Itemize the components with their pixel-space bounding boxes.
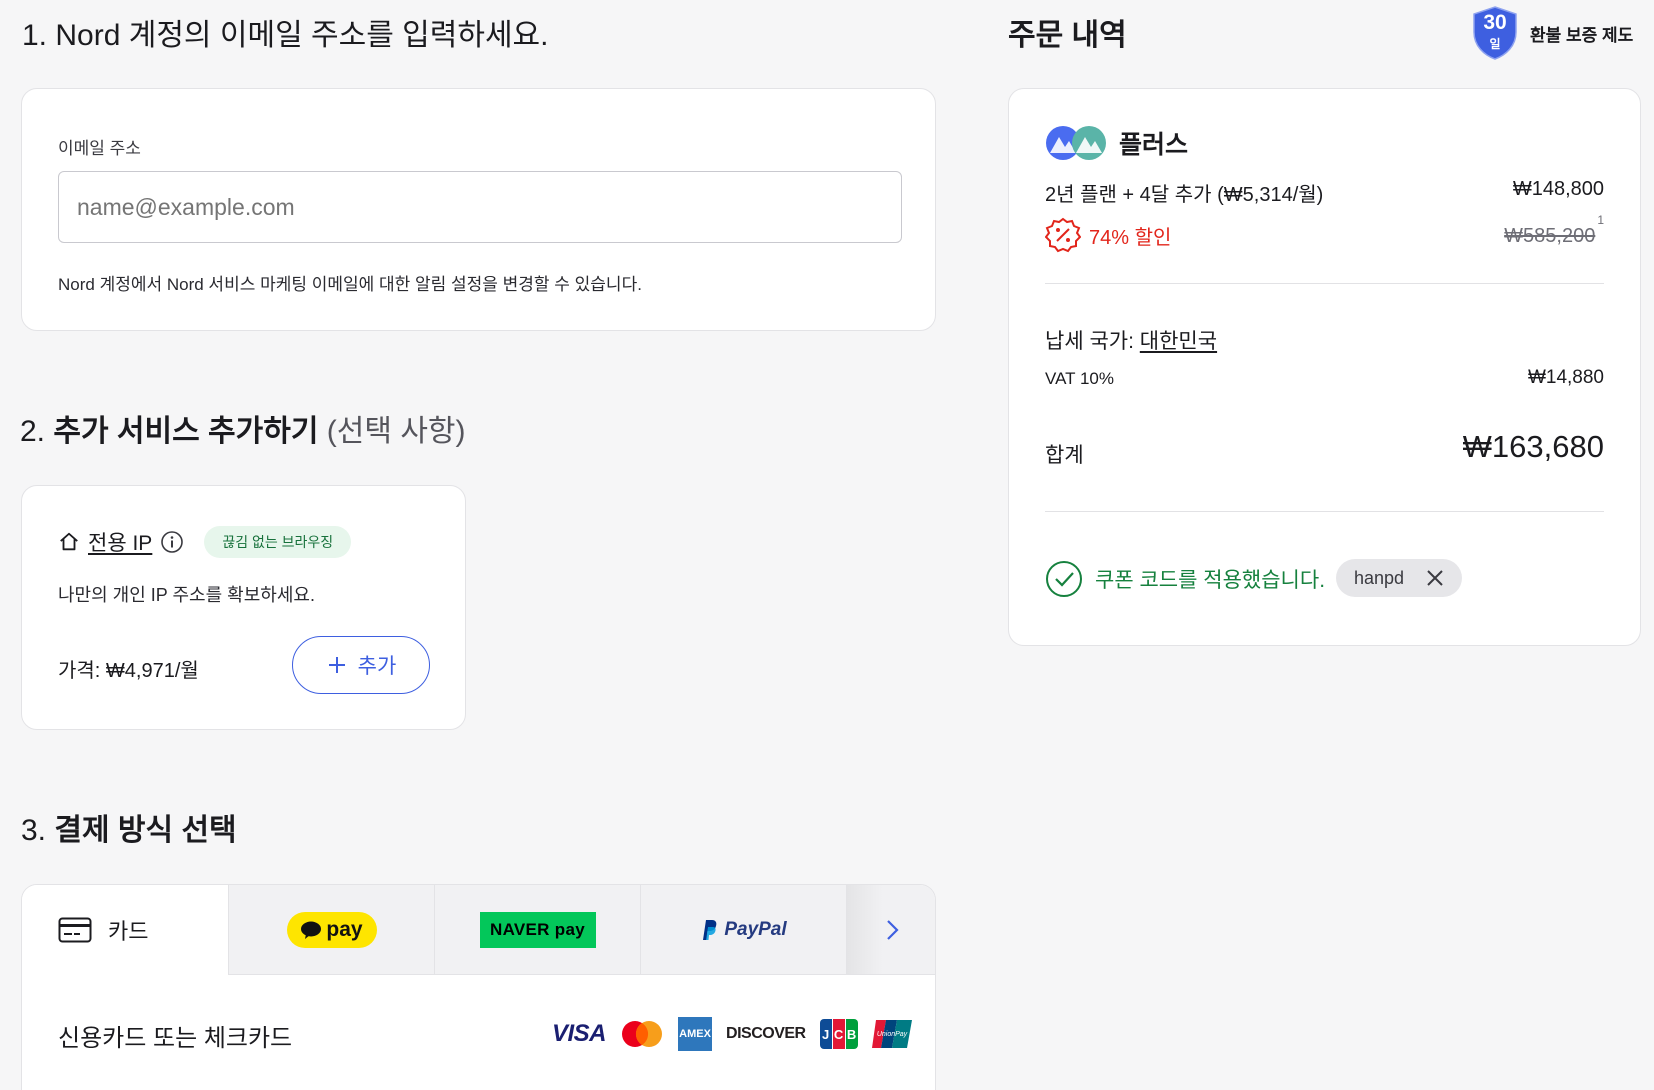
naver-pay-text: NAVER pay <box>490 919 585 939</box>
total-amount: ₩163,680 <box>1462 429 1604 464</box>
step2-heading: 2. 추가 서비스 추가하기 (선택 사항) <box>20 406 466 450</box>
tab-card-label: 카드 <box>108 919 149 944</box>
close-icon[interactable] <box>1426 569 1444 587</box>
step2-number: 2. <box>20 415 46 448</box>
plan-price: ₩148,800 <box>1512 178 1604 200</box>
check-circle-icon <box>1045 560 1083 598</box>
tax-country-label: 납세 국가: <box>1045 330 1134 353</box>
step3-title: 결제 방식 선택 <box>54 814 237 847</box>
chevron-right-icon <box>883 917 901 943</box>
step2-optional: (선택 사항) <box>326 415 466 448</box>
tax-country-row: 납세 국가: 대한민국 <box>1045 325 1217 355</box>
email-label: 이메일 주소 <box>58 139 141 158</box>
mastercard-logo <box>620 1020 664 1048</box>
guarantee-label: 환불 보증 제도 <box>1530 25 1634 45</box>
addon-description: 나만의 개인 IP 주소를 확보하세요. <box>58 585 315 605</box>
guarantee-badge: 30 일 환불 보증 제도 <box>1472 6 1633 60</box>
tabs-next-button[interactable] <box>847 885 935 975</box>
addon-card: 전용 IP 끊김 없는 브라우징 나만의 개인 IP 주소를 확보하세요. 가격… <box>21 485 466 730</box>
addon-title-row: 전용 IP 끊김 없는 브라우징 <box>58 526 352 558</box>
plan-name: 플러스 <box>1119 131 1189 159</box>
plan-product-icons <box>1045 125 1107 161</box>
step3-number: 3. <box>21 814 47 847</box>
addon-name[interactable]: 전용 IP <box>88 527 152 557</box>
original-price-footnote: 1 <box>1597 213 1604 227</box>
summary-card: 플러스 2년 플랜 + 4달 추가 (₩5,314/월) ₩148,800 74… <box>1008 88 1641 646</box>
shield-icon: 30 일 <box>1472 6 1518 60</box>
discount-badge-icon <box>1045 217 1081 253</box>
step3-heading: 3. 결제 방식 선택 <box>21 805 237 849</box>
summary-divider-2 <box>1045 511 1604 512</box>
vat-label: VAT 10% <box>1045 369 1114 388</box>
tax-country-link[interactable]: 대한민국 <box>1140 330 1217 353</box>
svg-text:UnionPay: UnionPay <box>876 1031 907 1038</box>
discount-row: 74% 할인 <box>1045 217 1171 253</box>
coupon-code-chip: hanpd <box>1336 559 1463 597</box>
tab-card[interactable]: 카드 <box>22 885 229 975</box>
guarantee-unit: 일 <box>1489 37 1501 51</box>
add-addon-button[interactable]: 추가 <box>292 636 430 694</box>
email-input[interactable] <box>58 171 902 243</box>
discount-label: 74% 할인 <box>1089 226 1172 249</box>
coupon-row: 쿠폰 코드를 적용했습니다. <box>1045 560 1325 598</box>
credit-card-icon <box>58 917 92 943</box>
tab-naver-pay[interactable]: NAVER pay <box>435 885 641 975</box>
info-icon[interactable] <box>160 530 184 554</box>
jcb-logo: J C B <box>819 1019 858 1049</box>
step1-number: 1. <box>22 19 48 52</box>
discover-logo: DISCOVER <box>726 1025 806 1042</box>
naver-pay-logo: NAVER pay <box>479 911 596 948</box>
email-card: 이메일 주소 Nord 계정에서 Nord 서비스 마케팅 이메일에 대한 알림… <box>21 88 936 331</box>
addon-badge: 끊김 없는 브라우징 <box>204 526 352 558</box>
tab-paypal[interactable]: PayPal <box>641 885 847 975</box>
plan-header: 플러스 <box>1045 125 1188 161</box>
kakao-pay-logo: pay <box>286 911 377 948</box>
plan-desc: 2년 플랜 + 4달 추가 (₩5,314/월) <box>1045 184 1324 206</box>
tab-kakao-pay[interactable]: pay <box>229 885 435 975</box>
payment-card: 카드 pay NAVER pay PayPal 신용카드 또는 체크카드 VIS… <box>21 884 936 1090</box>
visa-logo: VISA <box>552 1020 607 1047</box>
summary-divider-1 <box>1045 283 1604 284</box>
kakao-pay-text: pay <box>326 917 363 941</box>
original-price: ₩585,2001 <box>1504 213 1604 247</box>
unionpay-logo: UnionPay <box>871 1019 912 1049</box>
step1-title: Nord 계정의 이메일 주소를 입력하세요. <box>55 19 549 52</box>
summary-title: 주문 내역 <box>1008 19 1127 52</box>
original-price-value: ₩585,200 <box>1504 224 1596 247</box>
addon-price: 가격: ₩4,971/월 <box>58 660 199 682</box>
paypal-text: PayPal <box>724 918 787 940</box>
paypal-logo: PayPal <box>700 918 787 941</box>
coupon-applied-text: 쿠폰 코드를 적용했습니다. <box>1095 569 1326 592</box>
step2-title: 추가 서비스 추가하기 <box>53 415 319 448</box>
guarantee-days: 30 <box>1483 11 1507 34</box>
home-icon <box>58 531 80 553</box>
card-brands: VISA AMEX DISCOVER J C B UnionPay <box>552 1017 912 1051</box>
plus-icon <box>326 654 348 676</box>
vat-amount: ₩14,880 <box>1527 367 1604 388</box>
card-section-title: 신용카드 또는 체크카드 <box>58 1025 293 1052</box>
amex-logo: AMEX <box>678 1017 713 1051</box>
email-help-text: Nord 계정에서 Nord 서비스 마케팅 이메일에 대한 알림 설정을 변경… <box>58 275 642 294</box>
total-label: 합계 <box>1045 444 1084 467</box>
add-addon-label: 추가 <box>357 655 397 678</box>
step1-heading: 1. Nord 계정의 이메일 주소를 입력하세요. <box>22 10 548 54</box>
coupon-code: hanpd <box>1354 567 1405 588</box>
